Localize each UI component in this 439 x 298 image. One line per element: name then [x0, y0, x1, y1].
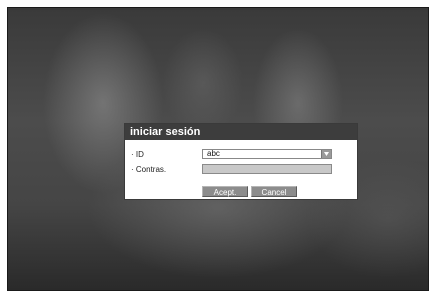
login-dialog: iniciar sesión · ID abc · Contras. Acept… [124, 123, 358, 200]
password-label: · Contras. [131, 165, 167, 174]
camera-view-background: iniciar sesión · ID abc · Contras. Acept… [7, 7, 429, 291]
dialog-title: iniciar sesión [125, 124, 357, 140]
id-row: · ID abc [125, 149, 357, 160]
id-value: abc [207, 149, 220, 158]
dialog-buttons: Acept. Cancel [125, 186, 357, 198]
id-label: · ID [131, 150, 144, 159]
cancel-button[interactable]: Cancel [251, 186, 297, 197]
id-select[interactable]: abc [202, 149, 332, 159]
password-row: · Contras. [125, 164, 357, 175]
chevron-down-icon[interactable] [321, 150, 331, 158]
password-field[interactable] [202, 164, 332, 174]
accept-button[interactable]: Acept. [202, 186, 248, 197]
